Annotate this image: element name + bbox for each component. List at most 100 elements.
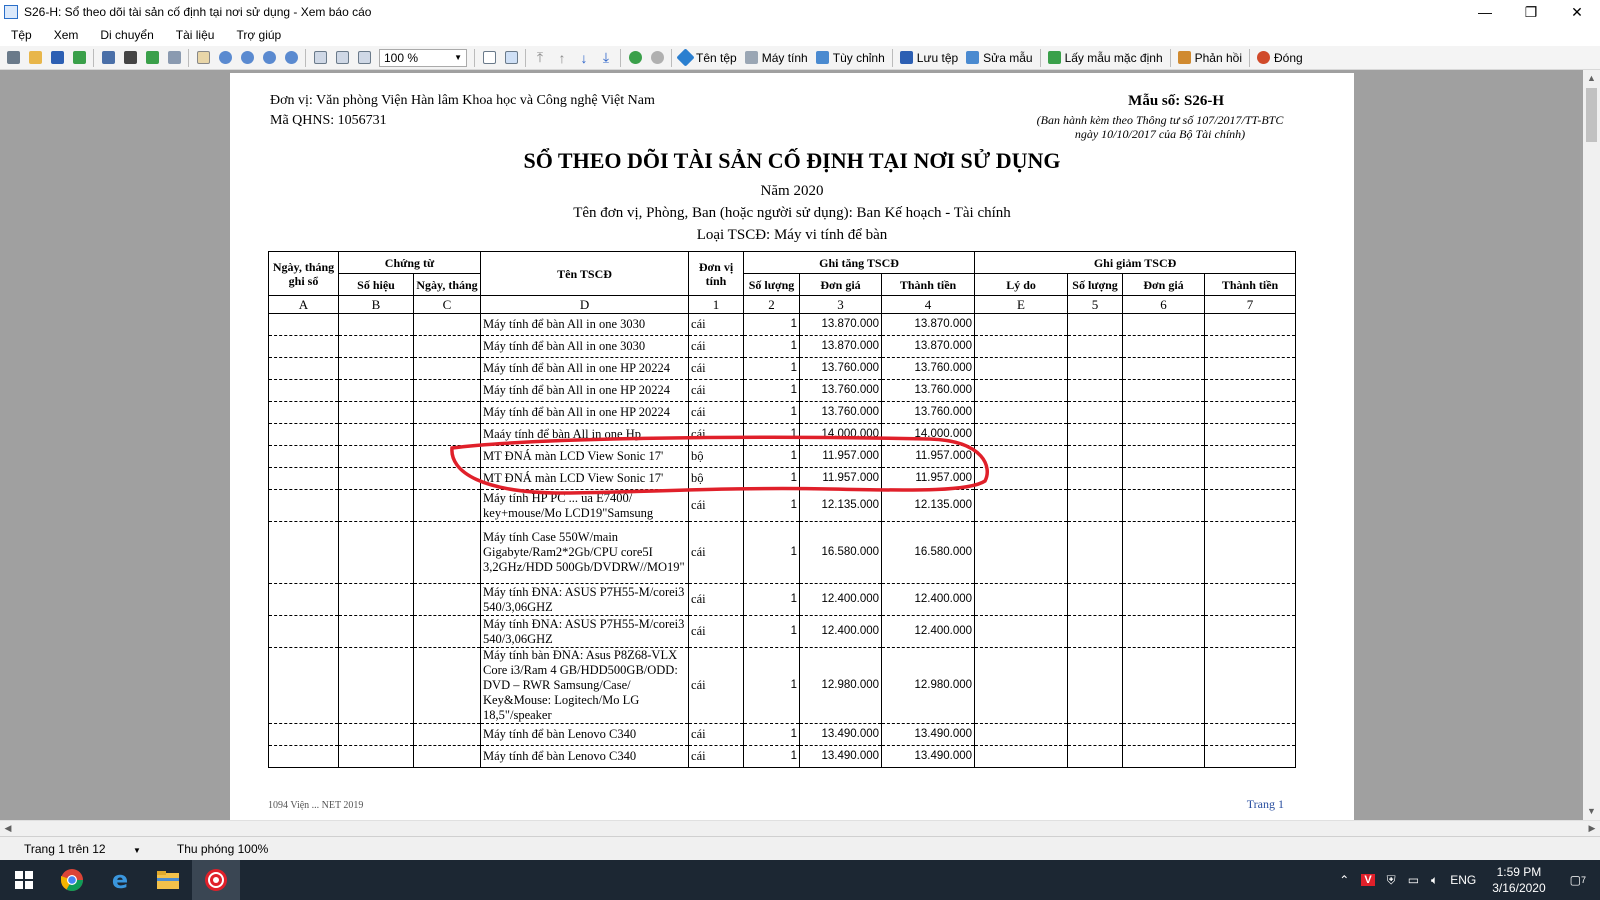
arrow-last-icon: ⤓	[602, 49, 610, 65]
menu-file[interactable]: Tệp	[0, 28, 43, 42]
col-decrease-header: Ghi giảm TSCĐ	[974, 251, 1297, 274]
actual-size-button[interactable]	[353, 48, 375, 68]
tray-vietkey-icon[interactable]: V	[1355, 874, 1380, 886]
voucher-date-cell	[412, 401, 482, 424]
scroll-right-icon[interactable]: ▶	[1584, 821, 1600, 836]
calculator-button[interactable]: Máy tính	[741, 48, 812, 68]
hand-icon	[196, 51, 210, 64]
default-template-label: Lấy mẫu mặc định	[1064, 50, 1163, 65]
col-increase-header: Ghi tăng TSCĐ	[743, 251, 976, 274]
col-dec-reason-header: Lý do	[974, 273, 1069, 296]
voucher-no-cell	[338, 313, 414, 336]
unit-cell: bộ	[688, 445, 745, 468]
taskbar-edge[interactable]: e	[96, 860, 144, 900]
scroll-up-icon[interactable]: ▲	[1583, 70, 1600, 87]
col-label: C	[412, 295, 482, 314]
find-button[interactable]	[119, 48, 141, 68]
close-report-button[interactable]: Đóng	[1253, 48, 1307, 68]
minimize-button[interactable]: —	[1462, 0, 1508, 24]
price-cell: 13.760.000	[799, 379, 883, 402]
prev-page-button[interactable]: ↑	[551, 48, 573, 68]
start-button[interactable]	[0, 860, 48, 900]
maximize-button[interactable]: ❐	[1508, 0, 1554, 24]
report-asset-type: Loại TSCĐ: Máy vi tính để bàn	[696, 227, 888, 243]
scroll-down-icon[interactable]: ▼	[1583, 803, 1600, 820]
zoom-out-button[interactable]	[258, 48, 280, 68]
scroll-left-icon[interactable]: ◀	[0, 821, 16, 836]
dec-price-cell	[1122, 357, 1206, 380]
page-setup-icon	[167, 51, 181, 64]
voucher-no-cell	[338, 423, 414, 446]
fit-width-button[interactable]	[309, 48, 331, 68]
print-button[interactable]	[2, 48, 24, 68]
date-cell	[268, 583, 339, 616]
dec-reason-cell	[974, 647, 1069, 724]
tray-network-icon[interactable]: ▭	[1402, 873, 1425, 887]
floppy-icon	[50, 51, 64, 64]
menu-navigate[interactable]: Di chuyển	[89, 28, 164, 42]
scroll-thumb[interactable]	[1586, 88, 1597, 142]
taskbar-chrome[interactable]	[48, 860, 96, 900]
col-name-header: Tên TSCĐ	[480, 251, 690, 296]
amount-cell: 13.870.000	[881, 335, 976, 358]
tray-language[interactable]: ENG	[1444, 873, 1482, 887]
voucher-date-cell	[412, 467, 482, 490]
binoculars-icon	[123, 51, 137, 64]
close-report-label: Đóng	[1274, 50, 1303, 65]
zoom-select-button[interactable]	[280, 48, 302, 68]
dec-qty-cell	[1067, 379, 1124, 402]
tray-shield-icon[interactable]: ⛨	[1381, 873, 1402, 888]
refresh-button[interactable]	[141, 48, 163, 68]
export-button[interactable]	[68, 48, 90, 68]
hand-tool-button[interactable]	[192, 48, 214, 68]
multi-page-icon	[504, 51, 518, 64]
open-button[interactable]	[24, 48, 46, 68]
tray-notification-button[interactable]: ▢ 7	[1556, 873, 1600, 887]
dec-price-cell	[1122, 615, 1206, 648]
taskbar-report-app[interactable]	[192, 860, 240, 900]
close-button[interactable]: ✕	[1554, 0, 1600, 24]
taskbar-explorer[interactable]	[144, 860, 192, 900]
forward-button[interactable]	[646, 48, 668, 68]
asset-name-cell: Máy tính ĐNA: ASUS P7H55-M/corei3 540/3,…	[480, 583, 690, 616]
zoom-in-button[interactable]	[236, 48, 258, 68]
first-page-button[interactable]: ⤒	[529, 48, 551, 68]
report-viewer[interactable]: Đơn vị: Văn phòng Viện Hàn lâm Khoa học …	[0, 70, 1583, 820]
price-cell: 13.760.000	[799, 357, 883, 380]
horizontal-scrollbar[interactable]: ◀ ▶	[0, 820, 1600, 836]
save-file-button[interactable]: Lưu tệp	[896, 48, 962, 68]
edit-template-button[interactable]: Sửa mẫu	[962, 48, 1036, 68]
menu-view[interactable]: Xem	[43, 28, 90, 42]
tray-volume-icon[interactable]: 🔈︎	[1425, 873, 1444, 888]
fit-page-button[interactable]	[331, 48, 353, 68]
menu-document[interactable]: Tài liệu	[165, 28, 226, 42]
folder-icon	[28, 51, 42, 64]
table-row: Máy tính Case 550W/main Gigabyte/Ram2*2G…	[268, 521, 1297, 584]
feedback-button[interactable]: Phản hồi	[1174, 48, 1246, 68]
zoom-tool-button[interactable]	[214, 48, 236, 68]
next-page-button[interactable]: ↓	[573, 48, 595, 68]
page-setup-button[interactable]	[163, 48, 185, 68]
amount-cell: 12.400.000	[881, 615, 976, 648]
customize-button[interactable]: Tùy chỉnh	[812, 48, 889, 68]
last-page-button[interactable]: ⤓	[595, 48, 617, 68]
vertical-scrollbar[interactable]: ▲ ▼	[1583, 70, 1600, 820]
multi-page-button[interactable]	[500, 48, 522, 68]
page-indicator[interactable]: Trang 1 trên 12 ▼	[0, 842, 165, 856]
tray-chevron-up-icon[interactable]: ⌃	[1333, 873, 1355, 887]
single-page-button[interactable]	[478, 48, 500, 68]
dec-amount-cell	[1204, 313, 1297, 336]
quantity-cell: 1	[743, 521, 801, 584]
report-title: SỔ THEO DÕI TÀI SẢN CỐ ĐỊNH TẠI NƠI SỬ D…	[523, 148, 1061, 173]
tray-clock[interactable]: 1:59 PM 3/16/2020	[1482, 864, 1555, 896]
export-icon	[72, 51, 86, 64]
save-button[interactable]	[46, 48, 68, 68]
col-date-header: Ngày, tháng ghi sổ	[268, 251, 339, 296]
menu-help[interactable]: Trợ giúp	[225, 28, 292, 42]
back-button[interactable]	[624, 48, 646, 68]
form-number: Mẫu số: S26-H	[1128, 93, 1224, 109]
filename-button[interactable]: Tên tệp	[675, 48, 741, 68]
zoom-select[interactable]: 100 % ▼	[379, 48, 467, 67]
default-template-button[interactable]: Lấy mẫu mặc định	[1044, 48, 1167, 68]
outline-button[interactable]	[97, 48, 119, 68]
